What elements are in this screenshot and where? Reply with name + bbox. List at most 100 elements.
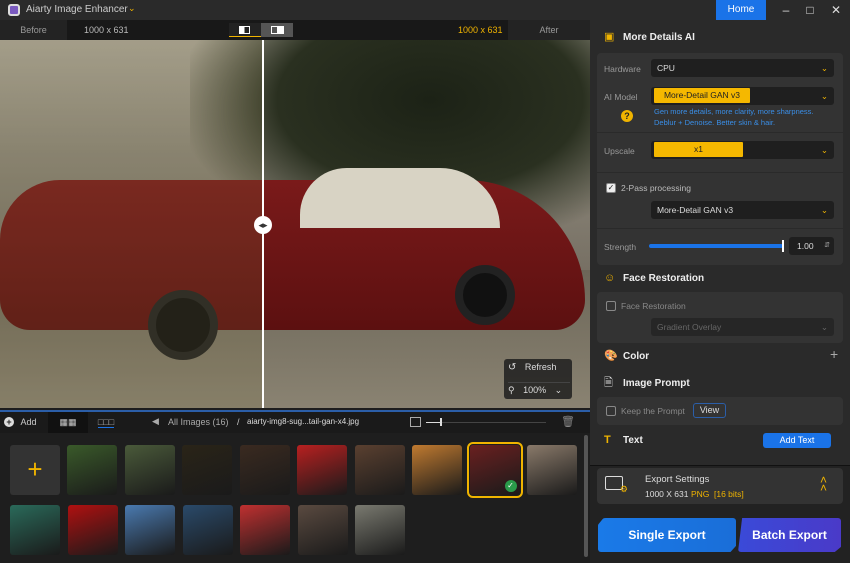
thumbnail[interactable] xyxy=(67,445,117,495)
maximize-button[interactable]: □ xyxy=(796,0,824,20)
thumbnail[interactable] xyxy=(527,445,577,495)
photo-car-roof xyxy=(300,168,500,228)
hardware-value: CPU xyxy=(657,63,675,73)
chevron-down-icon: ⌄ xyxy=(820,91,828,101)
add-text-button[interactable]: Add Text xyxy=(763,433,831,448)
thumbnail[interactable] xyxy=(182,505,233,555)
thumbnail[interactable] xyxy=(412,445,462,495)
face-restoration-select[interactable]: Gradient Overlay ⌄ xyxy=(651,318,834,336)
gallery-scrollbar[interactable] xyxy=(584,435,588,557)
thumbnail[interactable] xyxy=(297,445,347,495)
export-settings-icon: ⚙ xyxy=(605,476,628,494)
chevron-down-icon: ⌄ xyxy=(820,205,828,215)
trash-icon[interactable]: 🗑 xyxy=(561,415,575,428)
thumbnail[interactable] xyxy=(355,505,405,555)
home-button[interactable]: Home xyxy=(716,0,766,20)
thumbnail-size-icon xyxy=(410,417,421,427)
split-view-button[interactable] xyxy=(229,23,261,37)
help-icon[interactable]: ? xyxy=(621,110,633,122)
thumbnail[interactable]: ✓ xyxy=(466,442,523,498)
two-pass-checkbox[interactable]: ✓ xyxy=(606,183,616,193)
grid-view-button[interactable]: ▦▦ xyxy=(48,412,88,433)
thumbnail[interactable] xyxy=(240,505,290,555)
zoom-value: 100% xyxy=(523,385,547,395)
color-icon: 🎨 xyxy=(604,350,618,362)
all-images-link[interactable]: All Images (16) xyxy=(168,417,229,427)
ai-model-label: AI Model xyxy=(604,92,638,102)
batch-export-button[interactable]: Batch Export xyxy=(738,518,841,552)
slider-handle[interactable] xyxy=(782,240,784,252)
chevron-down-icon: ⌄ xyxy=(820,63,828,73)
refresh-button[interactable]: ↺ Refresh xyxy=(508,362,570,376)
export-settings[interactable]: ⚙ Export Settings 1000 X 631 PNG [16 bit… xyxy=(597,468,843,504)
refresh-icon: ↺ xyxy=(508,362,517,373)
more-details-section: Hardware CPU ⌄ AI Model ? More-Detail GAN… xyxy=(597,53,843,265)
compare-handle-icon[interactable]: ◂▸ xyxy=(254,216,272,234)
export-format: PNG xyxy=(691,489,710,499)
face-restoration-title: Face Restoration xyxy=(623,273,705,284)
thumbnail[interactable] xyxy=(182,445,232,495)
single-export-button[interactable]: Single Export xyxy=(598,518,736,552)
strength-slider[interactable] xyxy=(649,240,784,252)
app-logo-icon xyxy=(8,4,20,16)
ai-model-value: More-Detail GAN v3 xyxy=(654,88,750,103)
upscale-select[interactable]: x1 ⌄ xyxy=(651,141,834,159)
add-image-tile[interactable]: + xyxy=(10,445,60,495)
two-pass-model-select[interactable]: More-Detail GAN v3 ⌄ xyxy=(651,201,834,219)
spinner-icon[interactable]: ⇵ xyxy=(824,237,830,255)
thumbnail[interactable] xyxy=(10,505,60,555)
hardware-select[interactable]: CPU ⌄ xyxy=(651,59,834,77)
thumbnail[interactable] xyxy=(124,445,175,495)
face-restoration-icon: ☺ xyxy=(604,272,616,284)
thumbnail[interactable] xyxy=(67,505,118,555)
side-by-side-icon xyxy=(271,26,284,34)
face-restoration-checkbox[interactable] xyxy=(606,301,616,311)
after-tab[interactable]: After xyxy=(508,20,590,40)
text-title: Text xyxy=(623,435,643,446)
thumbnail[interactable] xyxy=(354,445,405,495)
split-view-icon xyxy=(239,26,250,34)
zoom-select[interactable]: ⚲ 100% ⌄ xyxy=(508,382,570,396)
settings-panel: ▣ More Details AI Hardware CPU ⌄ AI Model… xyxy=(590,20,850,563)
text-icon: T xyxy=(604,434,611,446)
strength-input[interactable]: 1.00 ⇵ xyxy=(789,237,834,255)
back-arrow-icon[interactable]: ◀ xyxy=(152,416,159,427)
image-prompt-section: Keep the Prompt View xyxy=(597,397,843,425)
refresh-label: Refresh xyxy=(524,362,557,372)
plus-circle-icon: + xyxy=(4,417,14,427)
close-button[interactable]: ✕ xyxy=(822,0,850,20)
image-canvas[interactable]: ◂▸ ↺ Refresh ⚲ 100% ⌄ xyxy=(0,40,590,408)
thumbnail[interactable] xyxy=(125,505,175,555)
app-title[interactable]: Aiarty Image Enhancer xyxy=(26,4,128,15)
two-pass-label: 2-Pass processing xyxy=(621,183,691,193)
add-label: Add xyxy=(20,417,37,427)
image-prompt-title: Image Prompt xyxy=(623,378,690,389)
model-description-2: Deblur + Denoise. Better skin & hair. xyxy=(654,118,776,127)
ai-model-select[interactable]: More-Detail GAN v3 ⌄ xyxy=(651,87,834,105)
strength-value: 1.00 xyxy=(797,241,814,251)
export-size: 1000 X 631 xyxy=(645,489,689,499)
face-restoration-label: Face Restoration xyxy=(621,301,686,311)
view-prompt-button[interactable]: View xyxy=(693,403,726,418)
divider xyxy=(597,228,843,229)
app-menu-chevron-icon[interactable]: ⌄ xyxy=(128,3,136,14)
collapse-chevron-icon[interactable]: ˄ ˄ xyxy=(820,474,827,494)
thumbnail-size-slider[interactable] xyxy=(426,418,546,426)
strength-label: Strength xyxy=(604,242,637,252)
chevron-down-icon: ⌄ xyxy=(554,385,563,395)
keep-prompt-checkbox[interactable] xyxy=(606,406,616,416)
color-expand-plus-icon[interactable]: + xyxy=(830,346,838,362)
image-prompt-icon: 🗎 xyxy=(604,377,613,389)
keep-prompt-label: Keep the Prompt xyxy=(621,406,685,416)
before-tab[interactable]: Before xyxy=(0,20,67,40)
before-overlay xyxy=(0,40,263,408)
strip-view-button[interactable]: □□□ xyxy=(88,412,124,433)
more-details-icon: ▣ xyxy=(604,31,615,43)
side-by-side-button[interactable] xyxy=(261,23,293,37)
upscale-value: x1 xyxy=(654,142,743,157)
thumbnail[interactable] xyxy=(297,505,348,555)
thumbnail-gallery: + ✓ xyxy=(0,433,590,563)
divider xyxy=(597,172,843,173)
add-button[interactable]: + Add xyxy=(0,412,48,433)
thumbnail[interactable] xyxy=(239,445,290,495)
